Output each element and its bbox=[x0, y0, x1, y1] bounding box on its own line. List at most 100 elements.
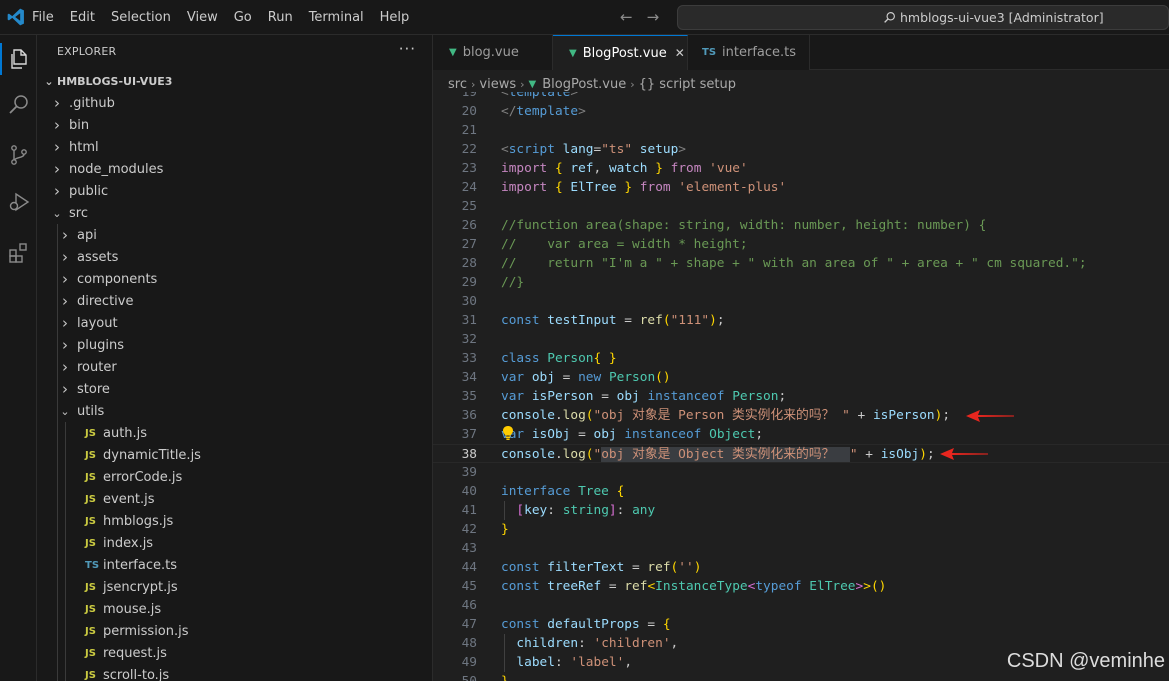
tree-file[interactable]: JS hmblogs.js bbox=[37, 510, 432, 532]
tree-folder[interactable]: › directive bbox=[37, 290, 432, 312]
command-center[interactable]: hmblogs-ui-vue3 [Administrator] bbox=[677, 5, 1169, 30]
line-number: 26 bbox=[461, 218, 477, 233]
tree-file[interactable]: JS scroll-to.js bbox=[37, 664, 432, 681]
code-line[interactable]: 23 import { ref, watch } from 'vue' bbox=[433, 159, 1169, 178]
run-debug-icon[interactable] bbox=[0, 182, 37, 222]
breadcrumb-item[interactable]: src bbox=[448, 77, 467, 92]
line-number: 49 bbox=[461, 655, 477, 670]
code-line[interactable]: 42} bbox=[433, 520, 1169, 539]
code-line[interactable]: 37 var isObj = obj instanceof Object; bbox=[433, 425, 1169, 444]
tree-folder[interactable]: › .github bbox=[37, 92, 432, 114]
tree-folder[interactable]: › bin bbox=[37, 114, 432, 136]
code-line[interactable]: 27 // var area = width * height; bbox=[433, 235, 1169, 254]
code-line[interactable]: 25 bbox=[433, 197, 1169, 216]
tree-file[interactable]: JS permission.js bbox=[37, 620, 432, 642]
tree-folder[interactable]: › assets bbox=[37, 246, 432, 268]
tree-folder[interactable]: › store bbox=[37, 378, 432, 400]
tree-file[interactable]: JS event.js bbox=[37, 488, 432, 510]
tree-folder[interactable]: ⌄ src bbox=[37, 202, 432, 224]
tree-folder[interactable]: › layout bbox=[37, 312, 432, 334]
tree-file[interactable]: JS auth.js bbox=[37, 422, 432, 444]
code-line[interactable]: 19 <template> bbox=[433, 92, 1169, 102]
menu-item-edit[interactable]: Edit bbox=[62, 0, 103, 35]
tree-file[interactable]: JS index.js bbox=[37, 532, 432, 554]
code-line[interactable]: 47 const defaultProps = { bbox=[433, 615, 1169, 634]
code-line[interactable]: 22 <script lang="ts" setup> bbox=[433, 140, 1169, 159]
code-line[interactable]: 43 bbox=[433, 539, 1169, 558]
menu-item-terminal[interactable]: Terminal bbox=[301, 0, 372, 35]
code-line[interactable]: 30 bbox=[433, 292, 1169, 311]
tree-folder[interactable]: › public bbox=[37, 180, 432, 202]
code-token: instanceof bbox=[624, 427, 702, 442]
tree-folder[interactable]: › components bbox=[37, 268, 432, 290]
tree-item-label: assets bbox=[77, 249, 119, 265]
files-icon[interactable] bbox=[0, 39, 37, 79]
code-line[interactable]: 34 var obj = new Person() bbox=[433, 368, 1169, 387]
tree-file[interactable]: TS interface.ts bbox=[37, 554, 432, 576]
tree-folder[interactable]: › router bbox=[37, 356, 432, 378]
more-actions-icon[interactable]: ··· bbox=[399, 40, 416, 58]
menu-item-go[interactable]: Go bbox=[226, 0, 260, 35]
code-line[interactable]: 45 const treeRef = ref<InstanceType<typeo… bbox=[433, 577, 1169, 596]
menu-item-help[interactable]: Help bbox=[372, 0, 418, 35]
indent-guide bbox=[65, 488, 66, 510]
code-editor[interactable]: 19 <template> 20 </template> 21 22 <script lan… bbox=[433, 92, 1169, 681]
back-arrow-icon[interactable]: ← bbox=[620, 8, 633, 26]
code-text: const filterText = ref('') bbox=[501, 558, 701, 577]
code-line[interactable]: 38 console.log("obj 对象是 Object 类实例化来的吗？ "… bbox=[433, 444, 1169, 463]
breadcrumb-item[interactable]: {} script setup bbox=[639, 77, 736, 92]
line-number: 37 bbox=[461, 427, 477, 442]
close-icon[interactable]: ✕ bbox=[675, 46, 685, 60]
tree-file[interactable]: JS mouse.js bbox=[37, 598, 432, 620]
code-line[interactable]: 36 console.log("obj 对象是 Person 类实例化来的吗？ "… bbox=[433, 406, 1169, 425]
tab-blog-vue[interactable]: ▼ blog.vue bbox=[433, 35, 553, 70]
code-token: filterText bbox=[547, 560, 625, 575]
source-control-icon[interactable] bbox=[0, 135, 37, 175]
code-line[interactable]: 33 class Person{ } bbox=[433, 349, 1169, 368]
tree-item-label: hmblogs.js bbox=[103, 513, 174, 529]
code-line[interactable]: 40 interface Tree { bbox=[433, 482, 1169, 501]
menu-item-run[interactable]: Run bbox=[260, 0, 301, 35]
code-line[interactable]: 29 //} bbox=[433, 273, 1169, 292]
code-line[interactable]: 35 var isPerson = obj instanceof Person; bbox=[433, 387, 1169, 406]
code-text: //function area(shape: string, width: nu… bbox=[501, 216, 986, 235]
extensions-icon[interactable] bbox=[0, 232, 37, 272]
code-line[interactable]: 28 // return "I'm a " + shape + " with an… bbox=[433, 254, 1169, 273]
tree-file[interactable]: JS dynamicTitle.js bbox=[37, 444, 432, 466]
forward-arrow-icon[interactable]: → bbox=[647, 8, 660, 26]
workspace-root[interactable]: ⌄ HMBLOGS-UI-VUE3 bbox=[37, 70, 432, 92]
indent-guide bbox=[57, 466, 58, 488]
tree-folder[interactable]: › html bbox=[37, 136, 432, 158]
code-line[interactable]: 21 bbox=[433, 121, 1169, 140]
tab-interface-ts[interactable]: TS interface.ts bbox=[688, 35, 810, 70]
code-line[interactable]: 24 import { ElTree } from 'element-plus' bbox=[433, 178, 1169, 197]
tree-folder[interactable]: ⌄ utils bbox=[37, 400, 432, 422]
menu-item-view[interactable]: View bbox=[179, 0, 226, 35]
code-token: //function area(shape: string, width: nu… bbox=[501, 218, 987, 233]
breadcrumb-item[interactable]: BlogPost.vue bbox=[542, 77, 626, 92]
tree-folder[interactable]: › plugins bbox=[37, 334, 432, 356]
code-line[interactable]: 26 //function area(shape: string, width: … bbox=[433, 216, 1169, 235]
code-line[interactable]: 46 bbox=[433, 596, 1169, 615]
tree-file[interactable]: JS errorCode.js bbox=[37, 466, 432, 488]
menu-item-file[interactable]: File bbox=[24, 0, 62, 35]
code-line[interactable]: 39 bbox=[433, 463, 1169, 482]
code-line[interactable]: 20 </template> bbox=[433, 102, 1169, 121]
code-text: const testInput = ref("111"); bbox=[501, 311, 725, 330]
tab-blogpost-vue[interactable]: ▼ BlogPost.vue ✕ bbox=[553, 35, 688, 70]
breadcrumb-item[interactable]: views bbox=[479, 77, 516, 92]
code-line[interactable]: 41 [key: string]: any bbox=[433, 501, 1169, 520]
code-line[interactable]: 44 const filterText = ref('') bbox=[433, 558, 1169, 577]
menu-item-selection[interactable]: Selection bbox=[103, 0, 179, 35]
code-line[interactable]: 31 const testInput = ref("111"); bbox=[433, 311, 1169, 330]
code-line[interactable]: 32 bbox=[433, 330, 1169, 349]
code-line[interactable]: 50} bbox=[433, 672, 1169, 681]
tree-folder[interactable]: › api bbox=[37, 224, 432, 246]
tree-folder[interactable]: › node_modules bbox=[37, 158, 432, 180]
code-token: defaultProps bbox=[547, 617, 640, 632]
search-icon[interactable] bbox=[0, 85, 37, 125]
lightbulb-icon[interactable] bbox=[502, 425, 514, 441]
tree-file[interactable]: JS jsencrypt.js bbox=[37, 576, 432, 598]
tree-file[interactable]: JS request.js bbox=[37, 642, 432, 664]
